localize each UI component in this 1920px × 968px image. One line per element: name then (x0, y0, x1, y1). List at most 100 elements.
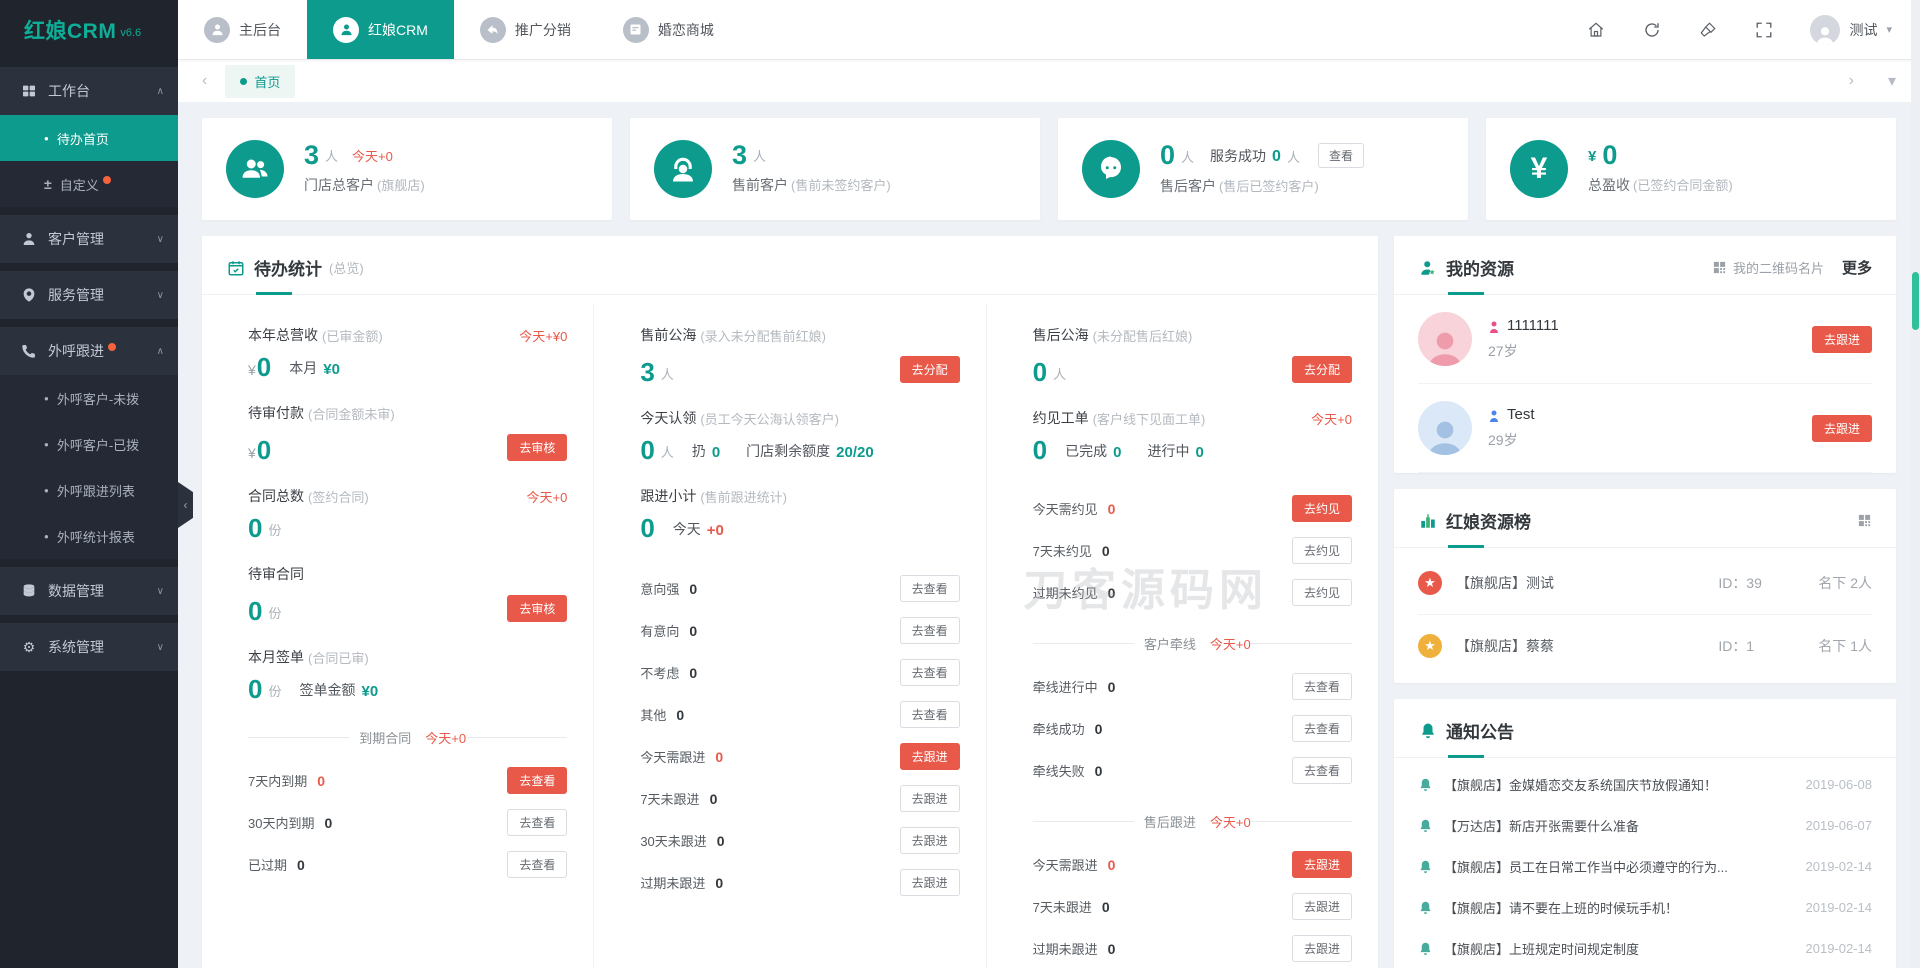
sidebar-sub-item[interactable]: ● 外呼统计报表 (0, 513, 178, 559)
stat-row-action-button[interactable]: 去跟进 (899, 869, 960, 897)
notice-list-item[interactable]: 【旗舰店】请不要在上班的时候玩手机！ 2019-02-14 (1394, 887, 1896, 928)
tag-home[interactable]: 首页 (225, 64, 296, 98)
avatar (1810, 14, 1841, 45)
notification-dot (108, 343, 116, 351)
stat-row-action-button[interactable]: 去查看 (899, 701, 960, 729)
assign-button[interactable]: 去分配 (1291, 356, 1352, 383)
gender-icon (1488, 320, 1500, 333)
block-value: 0 (640, 435, 655, 465)
stat-row-action-button[interactable]: 去约见 (1291, 537, 1352, 565)
stat-row-value: 0 (689, 622, 698, 639)
stat-row-label: 今天需跟进 (640, 750, 706, 766)
stat-row-label: 今天需跟进 (1032, 858, 1098, 874)
stat-row-action-button[interactable]: 去查看 (507, 851, 568, 879)
stat-unit: 人 (1181, 149, 1195, 165)
clear-cache-icon[interactable] (1698, 20, 1718, 40)
stat-row-value: 0 (1107, 584, 1116, 601)
tags-menu-icon[interactable]: ▾ (1884, 71, 1900, 91)
todo-stat-row: 今天需跟进 0 去跟进 (1032, 851, 1352, 879)
chevron-down-icon: ∨ (156, 289, 164, 301)
notice-list-item[interactable]: 【旗舰店】金媒婚恋交友系统国庆节放假通知！ 2019-06-08 (1394, 764, 1896, 805)
qr-code-icon[interactable] (1712, 260, 1727, 275)
stat-row-label: 过期未跟进 (1032, 942, 1098, 958)
sidebar-item-todo-home[interactable]: ● 待办首页 (0, 115, 178, 161)
bullet-icon: ● (44, 439, 49, 449)
todo-stat-row: 过期未跟进 0 去跟进 (1032, 935, 1352, 963)
sidebar-item-system-mgmt[interactable]: ⚙ 系统管理 ∨ (0, 623, 178, 671)
customer-service-icon (1082, 140, 1140, 198)
chevron-up-icon: ∧ (156, 85, 164, 97)
assign-button[interactable]: 去分配 (899, 356, 960, 383)
stat-row-label: 30天内到期 (248, 816, 315, 832)
bullet-icon: ● (44, 393, 49, 403)
review-button[interactable]: 去审核 (507, 595, 568, 623)
stat-row-action-button[interactable]: 去约见 (1291, 495, 1352, 523)
stat-row-action-button[interactable]: 去查看 (1291, 715, 1352, 743)
sidebar-item-callout[interactable]: 外呼跟进 ∧ (0, 327, 178, 375)
stat-label: 总盈收 (1588, 177, 1630, 194)
stat-row-action-button[interactable]: 去跟进 (1291, 935, 1352, 963)
notice-date: 2019-02-14 (1805, 941, 1873, 956)
stat-row-label: 意向强 (640, 582, 680, 598)
notice-date: 2019-06-08 (1805, 777, 1873, 792)
stat-row-action-button[interactable]: 去约见 (1291, 579, 1352, 607)
sidebar-item-label: 工作台 (48, 83, 90, 99)
stat-row-action-button[interactable]: 去跟进 (899, 743, 960, 771)
sidebar-item-label: 客户管理 (48, 231, 104, 247)
follow-up-button[interactable]: 去跟进 (1811, 414, 1872, 442)
sidebar-item-service-mgmt[interactable]: 服务管理 ∨ (0, 271, 178, 319)
sidebar-item-workbench[interactable]: 工作台 ∧ (0, 67, 178, 115)
ranking-name: 【旗舰店】蔡蔡 (1456, 638, 1554, 654)
sidebar-sub-item[interactable]: ● 外呼跟进列表 (0, 467, 178, 513)
refresh-icon[interactable] (1642, 20, 1662, 40)
page-scrollbar[interactable] (1911, 0, 1920, 968)
qr-code-icon[interactable] (1857, 513, 1872, 528)
stat-note: (售前未签约客户) (791, 178, 891, 194)
stat-unit: 人 (1286, 149, 1300, 165)
stat-row-action-button[interactable]: 去查看 (899, 575, 960, 603)
more-link[interactable]: 更多 (1842, 257, 1872, 278)
stat-row-action-button[interactable]: 去查看 (507, 767, 568, 795)
block-label: 售后公海 (1032, 327, 1089, 343)
scrollbar-thumb[interactable] (1912, 272, 1919, 330)
stat-row-action-button[interactable]: 去跟进 (1291, 893, 1352, 921)
stat-currency: ¥ (1588, 148, 1597, 166)
fullscreen-icon[interactable] (1754, 20, 1774, 40)
panel-subtitle: (总览) (329, 261, 364, 276)
home-icon[interactable] (1586, 20, 1606, 40)
qr-card-label[interactable]: 我的二维码名片 (1733, 258, 1824, 277)
sidebar-item-customer-mgmt[interactable]: 客户管理 ∨ (0, 215, 178, 263)
stat-row-action-button[interactable]: 去查看 (507, 809, 568, 837)
tags-scroll-right-icon[interactable]: › (1845, 72, 1858, 90)
notice-list-item[interactable]: 【旗舰店】上班规定时间规定制度 2019-02-14 (1394, 928, 1896, 968)
stat-row-action-button[interactable]: 去跟进 (899, 827, 960, 855)
follow-up-button[interactable]: 去跟进 (1811, 325, 1872, 353)
stat-unit: 人 (753, 149, 767, 165)
review-button[interactable]: 去审核 (507, 434, 568, 462)
tags-scroll-left-icon[interactable]: ‹ (198, 72, 211, 90)
notice-list-item[interactable]: 【旗舰店】员工在日常工作当中必须遵守的行为... 2019-02-14 (1394, 846, 1896, 887)
sidebar-sub-item[interactable]: ● 外呼客户-已拨 (0, 421, 178, 467)
stat-row-action-button[interactable]: 去查看 (899, 659, 960, 687)
nav-tab-crm[interactable]: 红娘CRM (307, 0, 454, 59)
view-button[interactable]: 查看 (1317, 142, 1364, 168)
nav-tab-promotion[interactable]: 推广分销 (454, 0, 597, 59)
block-value: 0 (640, 513, 655, 544)
sidebar-item-custom[interactable]: ± 自定义 (0, 161, 178, 207)
stat-note: (售后已签约客户) (1219, 178, 1319, 194)
stat-note: (旗舰店) (377, 178, 425, 194)
sidebar-item-data-mgmt[interactable]: 数据管理 ∨ (0, 567, 178, 615)
stat-row-action-button[interactable]: 去查看 (1291, 757, 1352, 785)
nav-tab-mall[interactable]: 婚恋商城 (597, 0, 740, 59)
stat-row-action-button[interactable]: 去查看 (899, 617, 960, 645)
stat-row-value: 0 (1094, 762, 1103, 779)
stat-row-action-button[interactable]: 去查看 (1291, 673, 1352, 701)
sidebar-sub-item-label: 自定义 (59, 177, 99, 193)
user-menu[interactable]: 测试 ▾ (1810, 14, 1892, 45)
notice-list-item[interactable]: 【万达店】新店开张需要什么准备 2019-06-07 (1394, 805, 1896, 846)
adjust-icon: ± (44, 176, 52, 192)
sidebar-sub-item[interactable]: ● 外呼客户-未拨 (0, 375, 178, 421)
nav-tab-main-admin[interactable]: 主后台 (178, 0, 307, 59)
stat-row-action-button[interactable]: 去跟进 (1291, 851, 1352, 879)
stat-row-action-button[interactable]: 去跟进 (899, 785, 960, 813)
